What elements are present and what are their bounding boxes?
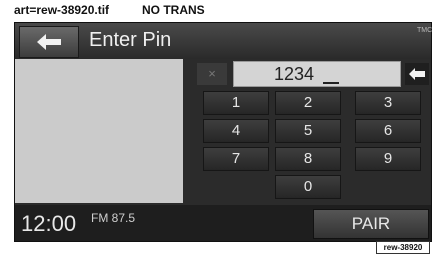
backspace-button[interactable] [405, 63, 429, 85]
pin-cursor [323, 82, 339, 84]
key-4[interactable]: 4 [203, 119, 269, 143]
touchscreen: Enter Pin TMC × 1234 1 2 3 4 5 6 7 8 9 0… [14, 22, 432, 242]
key-8[interactable]: 8 [275, 147, 341, 171]
pin-value: 1234 [274, 64, 315, 84]
key-0[interactable]: 0 [275, 175, 341, 199]
back-button[interactable] [19, 26, 79, 58]
key-6[interactable]: 6 [355, 119, 421, 143]
header-bar: Enter Pin TMC [15, 23, 433, 59]
art-filename: art=rew-38920.tif [14, 3, 110, 17]
key-2[interactable]: 2 [275, 91, 341, 115]
clock[interactable]: 12:00 [21, 211, 76, 237]
key-5[interactable]: 5 [275, 119, 341, 143]
footer-bar: 12:00 FM 87.5 PAIR [15, 205, 431, 241]
figure-tag: rew-38920 [376, 241, 430, 254]
page-title: Enter Pin [89, 29, 172, 51]
pair-button[interactable]: PAIR [313, 209, 429, 239]
back-arrow-icon [37, 34, 61, 50]
no-trans-label: NO TRANS [142, 3, 205, 17]
radio-station[interactable]: FM 87.5 [91, 211, 135, 225]
pin-field[interactable]: 1234 [233, 61, 401, 87]
figure-caption: art=rew-38920.tif NO TRANS [14, 3, 205, 17]
key-1[interactable]: 1 [203, 91, 269, 115]
key-9[interactable]: 9 [355, 147, 421, 171]
pin-entry-row: × 1234 [193, 61, 429, 87]
key-7[interactable]: 7 [203, 147, 269, 171]
backspace-arrow-icon [409, 68, 425, 80]
clear-button[interactable]: × [197, 63, 227, 85]
tmc-indicator: TMC [417, 27, 433, 34]
left-panel [15, 59, 183, 203]
key-3[interactable]: 3 [355, 91, 421, 115]
